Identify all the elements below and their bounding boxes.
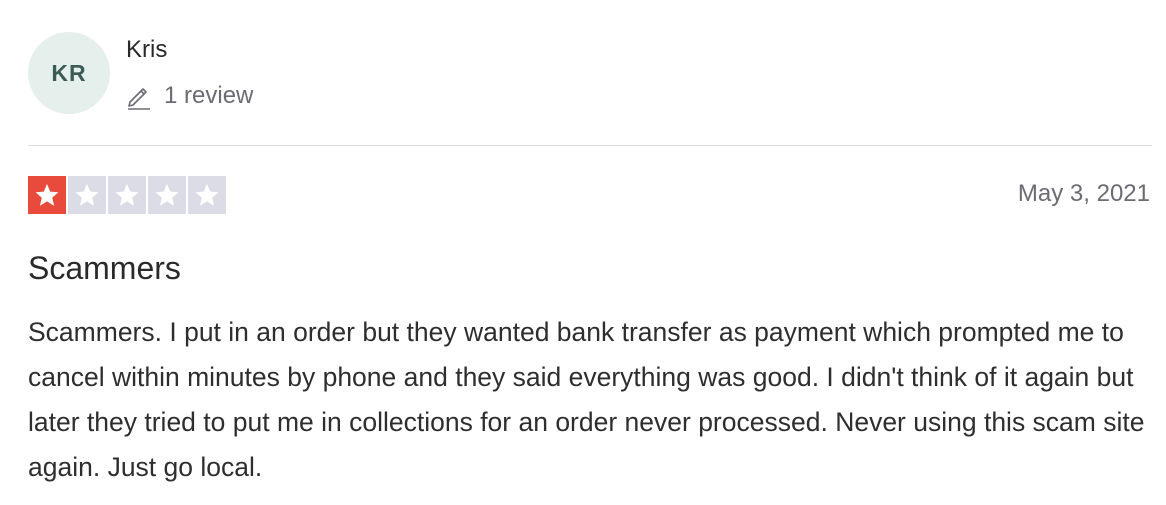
- pencil-icon: [128, 88, 150, 110]
- star-icon: [188, 176, 226, 214]
- divider: [28, 145, 1152, 146]
- review-count-label: 1 review: [164, 82, 254, 109]
- review-body: Scammers. I put in an order but they wan…: [28, 317, 1145, 482]
- avatar-initials: KR: [51, 59, 87, 86]
- star-icon: [28, 176, 66, 214]
- star-icon: [68, 176, 106, 214]
- star-rating: [28, 176, 228, 214]
- star-icon: [108, 176, 146, 214]
- review-card: KR Kris 1 review May 3, 2021 Scammers Sc…: [0, 0, 1166, 505]
- review-title[interactable]: Scammers: [28, 250, 181, 287]
- star-icon: [148, 176, 186, 214]
- reviewer-name[interactable]: Kris: [126, 36, 167, 64]
- reviewer-review-count: 1 review: [126, 82, 253, 110]
- avatar[interactable]: KR: [28, 32, 110, 114]
- review-date: May 3, 2021: [1017, 180, 1150, 207]
